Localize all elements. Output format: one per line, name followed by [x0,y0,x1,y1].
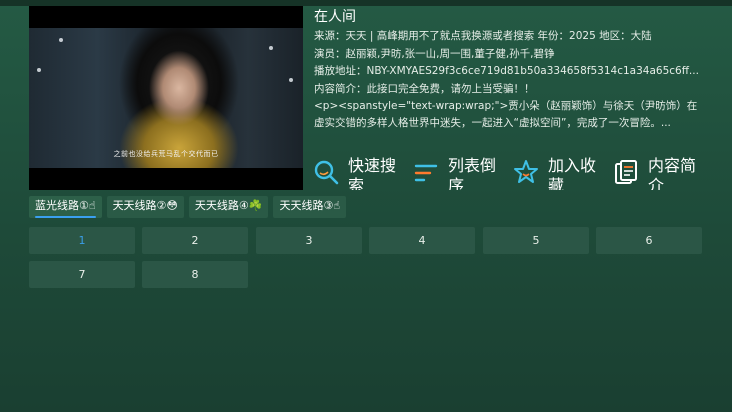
reverse-list-button[interactable]: 列表倒序 [412,156,508,190]
episode-item[interactable]: 4 [369,227,475,254]
add-favorite-label: 加入收藏 [548,156,597,190]
search-icon [314,160,339,185]
actors-line: 演员：赵丽颖,尹昉,张一山,周一围,董子健,孙千,碧铮 [314,47,555,60]
bokeh-light [269,46,273,50]
episode-item[interactable]: 8 [142,261,248,288]
page-title: 在人间 [314,9,356,25]
document-icon [615,160,637,184]
description-text: <p><spanstyle="text-wrap:wrap;">贾小朵（赵丽颖饰… [314,100,698,129]
video-frame [29,28,303,168]
tab-line-3[interactable]: 天天线路③☝ [273,196,347,218]
sort-list-icon [414,164,438,182]
episode-item[interactable]: 1 [29,227,135,254]
bokeh-light [289,78,293,82]
line-tabs: 蓝光线路①☝ 天天线路②😳 天天线路④☘️ 天天线路③☝ [29,196,351,218]
quick-search-label: 快速搜索 [348,156,397,190]
tab-line-2[interactable]: 天天线路②😳 [106,196,184,218]
episode-item[interactable]: 2 [142,227,248,254]
bokeh-light [59,38,63,42]
source-line[interactable]: 来源：天天 | 高峰期用不了就点我换源或者搜索 年份：2025 地区：大陆 [314,28,704,46]
action-bar: 快速搜索 列表倒序 加入收藏 内容简介 [312,156,732,190]
content-intro-button[interactable]: 内容简介 [612,156,708,190]
detail-panel: 在人间 来源：天天 | 高峰期用不了就点我换源或者搜索 年份：2025 地区：大… [314,6,714,132]
video-subtitle: 之前也没给兵荒马乱个交代而已 [113,150,219,158]
tab-line-4[interactable]: 天天线路④☘️ [188,196,269,218]
episode-item[interactable]: 3 [256,227,362,254]
reverse-list-label: 列表倒序 [448,156,497,190]
episode-item[interactable]: 7 [29,261,135,288]
content-intro-label: 内容简介 [648,156,697,190]
episode-item[interactable]: 5 [483,227,589,254]
intro-line: 内容简介：此接口完全免费，请勿上当受骗！！ [314,82,535,95]
quick-search-button[interactable]: 快速搜索 [312,156,408,190]
play-url-line: 播放地址：NBY-XMYAES29f3c6ce719d81b50a334658f… [314,65,699,77]
video-player[interactable]: 之前也没给兵荒马乱个交代而已 [29,6,303,190]
star-icon [514,160,538,183]
add-favorite-button[interactable]: 加入收藏 [512,156,608,190]
tab-line-1[interactable]: 蓝光线路①☝ [29,196,102,218]
bokeh-light [37,68,41,72]
episode-item[interactable]: 6 [596,227,702,254]
